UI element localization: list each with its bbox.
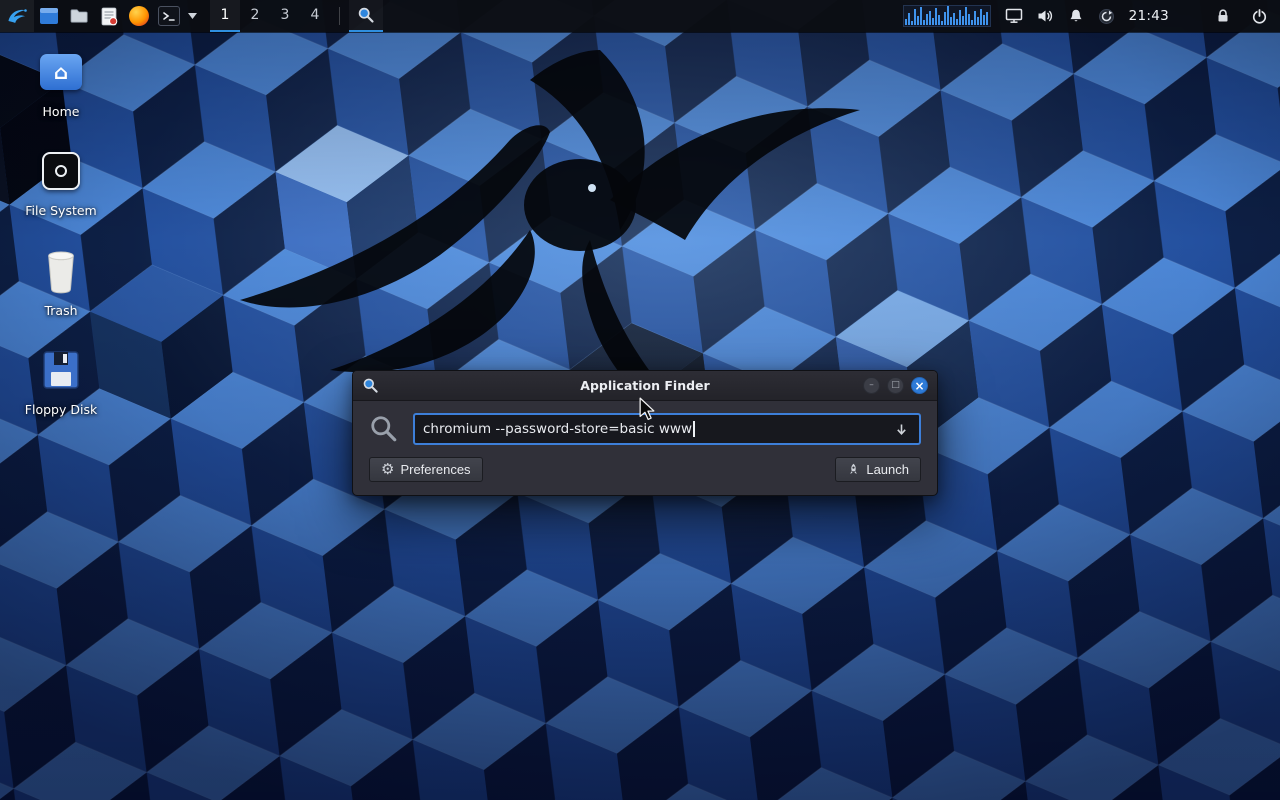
power-icon [1251,8,1268,25]
launch-icon [847,463,860,476]
update-icon [1098,8,1115,25]
titlebar[interactable]: Application Finder – □ × [353,371,937,401]
folder-icon [69,6,89,26]
launcher-text-editor[interactable] [94,0,124,32]
desktop-icon-label: File System [25,204,97,218]
desktop-icon-trash[interactable]: Trash [14,243,108,318]
launch-button-label: Launch [866,462,909,477]
trash-icon [42,247,80,295]
firefox-icon [129,6,149,26]
desktop-icon-label: Floppy Disk [25,403,97,417]
launcher-firefox[interactable] [124,0,154,32]
top-panel: 1 2 3 4 [0,0,1280,32]
floppy-disk-icon [43,351,79,389]
display-tray-button[interactable] [1005,8,1023,24]
volume-tray-button[interactable] [1037,8,1054,24]
bell-icon [1068,8,1084,24]
file-manager-icon [39,6,59,26]
window-title: Application Finder [353,378,937,393]
close-button[interactable]: × [911,377,928,394]
notifications-tray-button[interactable] [1068,8,1084,24]
house-glyph: ⌂ [54,60,68,84]
gear-icon: ⚙ [381,462,394,477]
launcher-file-manager[interactable] [34,0,64,32]
application-finder-window: Application Finder – □ × chromium --pass… [352,370,938,496]
search-icon [369,414,399,444]
text-caret [693,421,695,437]
home-icon: ⌂ [40,54,82,90]
text-editor-icon [99,6,119,26]
desktop-icon-column: ⌂ Home File System Trash Floppy [14,44,108,442]
search-input-value: chromium --password-store=basic www [423,421,692,437]
kali-logo-icon [5,4,29,28]
taskbar-application-finder-button[interactable] [349,0,383,32]
desktop-icon-label: Home [43,105,80,119]
desktop-icon-floppy-disk[interactable]: Floppy Disk [14,342,108,417]
finder-body: chromium --password-store=basic www ⚙ Pr… [353,401,937,495]
launcher-terminal[interactable] [154,0,184,32]
file-system-icon [42,152,80,190]
workspace-switcher: 1 2 3 4 [210,0,330,32]
speaker-icon [1037,8,1054,24]
preferences-button-label: Preferences [400,462,470,477]
minimize-button[interactable]: – [863,377,880,394]
terminal-dropdown-button[interactable] [184,0,200,32]
logout-tray-button[interactable] [1251,8,1268,25]
terminal-icon [158,6,180,26]
workspace-4[interactable]: 4 [300,0,330,32]
workspace-2[interactable]: 2 [240,0,270,32]
application-finder-icon [357,6,375,24]
lock-icon [1215,8,1231,24]
history-dropdown-button[interactable] [891,423,911,436]
panel-separator [339,7,340,25]
display-icon [1005,8,1023,24]
desktop-icon-home[interactable]: ⌂ Home [14,44,108,119]
workspace-3[interactable]: 3 [270,0,300,32]
kali-menu-button[interactable] [0,0,34,32]
launch-button[interactable]: Launch [835,457,921,482]
window-icon [362,377,379,394]
workspace-1[interactable]: 1 [210,0,240,32]
desktop-icon-file-system[interactable]: File System [14,143,108,218]
cpu-graph[interactable] [903,5,991,27]
desktop-icon-label: Trash [44,304,77,318]
maximize-button[interactable]: □ [887,377,904,394]
preferences-button[interactable]: ⚙ Preferences [369,457,483,482]
search-input[interactable]: chromium --password-store=basic www [413,413,921,445]
chevron-down-icon [188,13,197,19]
arrow-down-icon [895,423,908,436]
launcher-folder[interactable] [64,0,94,32]
panel-clock[interactable]: 21:43 [1129,8,1169,24]
screen-lock-tray-button[interactable] [1215,8,1231,24]
updates-tray-button[interactable] [1098,8,1115,25]
